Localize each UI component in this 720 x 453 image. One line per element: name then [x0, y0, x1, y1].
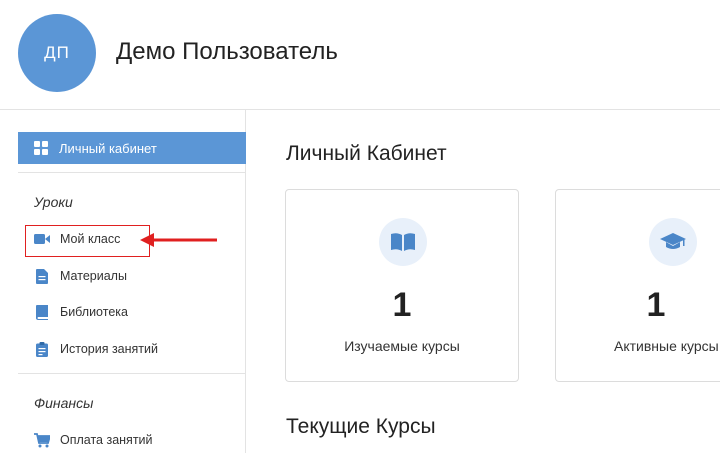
sidebar: Личный кабинет Уроки Мой класс Материалы…: [18, 110, 246, 453]
profile-header: ДП Демо Пользователь: [0, 0, 720, 110]
stat-card-studying-courses[interactable]: 1 Изучаемые курсы: [285, 189, 519, 382]
graduation-cap-icon: [649, 218, 697, 266]
stat-label: Изучаемые курсы: [344, 338, 460, 354]
sidebar-item-dashboard[interactable]: Личный кабинет: [18, 132, 246, 164]
avatar-initials: ДП: [44, 43, 70, 62]
section-title-finance: Финансы: [34, 395, 94, 411]
sidebar-divider: [18, 373, 246, 374]
book-icon: [34, 304, 50, 320]
annotation-highlight-box: [25, 225, 150, 257]
sidebar-item-label: Материалы: [60, 269, 127, 283]
stat-value: 1: [646, 286, 666, 324]
sidebar-item-library[interactable]: Библиотека: [34, 301, 128, 323]
cart-icon: [34, 432, 50, 448]
clipboard-icon: [34, 341, 50, 357]
stat-card-active-courses[interactable]: 1 Активные курсы: [555, 189, 720, 382]
user-name: Демо Пользователь: [116, 38, 338, 65]
sidebar-item-label: История занятий: [60, 342, 158, 356]
sidebar-item-label: Оплата занятий: [60, 433, 153, 447]
sidebar-item-payment[interactable]: Оплата занятий: [34, 429, 153, 451]
annotation-arrow-icon: [140, 233, 217, 247]
sidebar-item-label: Личный кабинет: [59, 140, 157, 156]
sidebar-item-history[interactable]: История занятий: [34, 338, 158, 360]
open-book-icon: [379, 218, 427, 266]
section-title-lessons: Уроки: [34, 194, 73, 210]
document-icon: [34, 268, 50, 284]
stat-value: 1: [392, 286, 412, 324]
sidebar-item-materials[interactable]: Материалы: [34, 265, 127, 287]
dashboard-grid-icon: [34, 141, 48, 155]
stat-label: Активные курсы: [614, 338, 719, 354]
sidebar-divider: [18, 172, 246, 173]
page-title: Личный Кабинет: [286, 142, 447, 165]
section-title-current-courses: Текущие Курсы: [286, 415, 436, 438]
sidebar-item-label: Библиотека: [60, 305, 128, 319]
avatar[interactable]: ДП: [18, 14, 96, 92]
